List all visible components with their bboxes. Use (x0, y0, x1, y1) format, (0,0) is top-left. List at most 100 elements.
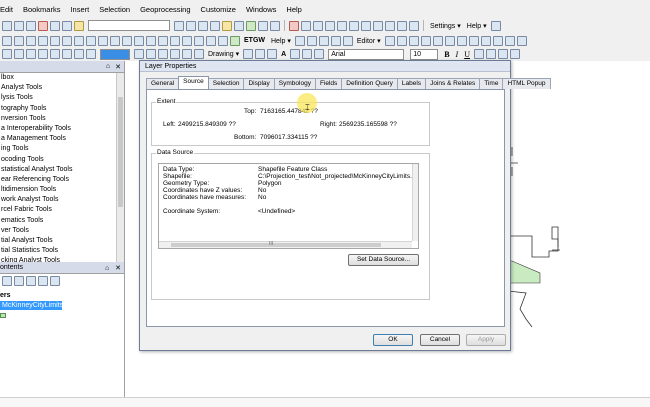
toolbox-item[interactable]: a Interoperability Tools (0, 124, 124, 134)
toolbox-scrollbar[interactable] (116, 73, 124, 262)
tool-icon[interactable] (342, 35, 353, 46)
pin-icon[interactable]: ⌂ (105, 265, 109, 272)
drawing-menu[interactable]: Drawing ▾ (208, 50, 239, 58)
tool-icon[interactable] (306, 35, 317, 46)
apply-button[interactable]: Apply (466, 334, 506, 346)
menu-edit[interactable]: Edit (0, 5, 18, 14)
fixed-zoom-out-icon[interactable] (62, 35, 72, 46)
scrollbar-thumb[interactable] (118, 97, 123, 207)
etgw-label[interactable]: ETGW (244, 37, 265, 44)
measure-tool-icon[interactable] (170, 35, 180, 46)
fixed-zoom-in-icon[interactable] (50, 35, 60, 46)
tab-display[interactable]: Display (243, 78, 275, 89)
dash-icon[interactable] (397, 20, 407, 31)
cut-polygons-icon[interactable] (480, 35, 491, 46)
arctoolbox-icon[interactable] (222, 20, 232, 31)
cut-icon[interactable] (2, 20, 12, 31)
reshape-icon[interactable] (468, 35, 479, 46)
table-of-contents-icon[interactable] (186, 20, 196, 31)
toolbox-item[interactable]: tography Tools (0, 104, 124, 114)
trace-icon[interactable] (432, 35, 443, 46)
time-slider-icon[interactable] (206, 35, 216, 46)
toolbox-item[interactable]: ltidimension Tools (0, 185, 124, 195)
tab-joins-relates[interactable]: Joins & Relates (425, 78, 481, 89)
data-source-info-box[interactable]: Data Type: Shapefile Feature Class Shape… (158, 163, 419, 249)
end-point-arc-icon[interactable] (420, 35, 431, 46)
zoom-out-icon[interactable] (14, 35, 24, 46)
grid-icon[interactable] (490, 20, 501, 31)
search-window-icon[interactable] (210, 20, 220, 31)
undo-icon[interactable] (50, 20, 60, 31)
tab-source[interactable]: Source (178, 76, 209, 89)
font-color-icon[interactable] (474, 49, 484, 59)
measure-icon[interactable] (409, 20, 419, 31)
edit-vertices-tool-icon[interactable] (302, 49, 313, 59)
tool-icon[interactable] (294, 35, 305, 46)
layout-tool-icon[interactable] (182, 49, 192, 59)
select-features-icon[interactable] (98, 35, 108, 46)
point-icon[interactable] (361, 20, 371, 31)
redo-icon[interactable] (62, 20, 72, 31)
ok-button[interactable]: OK (373, 334, 413, 346)
toolbox-item[interactable]: ear Referencing Tools (0, 175, 124, 185)
refresh-icon[interactable] (38, 49, 48, 59)
line-icon[interactable] (349, 20, 359, 31)
dot-icon[interactable] (385, 20, 395, 31)
add-data-icon[interactable] (74, 20, 84, 31)
paste-icon[interactable] (26, 20, 36, 31)
font-size-combo[interactable]: 10 (410, 48, 439, 60)
model-builder-icon[interactable] (246, 20, 256, 31)
toolbox-item[interactable]: tial Statistics Tools (0, 246, 124, 256)
zoom-combo[interactable] (100, 48, 130, 60)
text-tool-icon[interactable]: A (281, 51, 286, 58)
marker-color-icon[interactable] (510, 49, 520, 59)
select-elements-tool-icon[interactable] (243, 49, 254, 59)
tab-general[interactable]: General (146, 78, 180, 89)
copy-icon[interactable] (14, 20, 24, 31)
tool-icon[interactable] (318, 35, 329, 46)
rotate-element-icon[interactable] (255, 49, 266, 59)
toolbox-item[interactable]: ing Tools (0, 144, 124, 154)
toolbox-item[interactable]: Analyst Tools (0, 83, 124, 93)
layers-node[interactable]: ers (0, 292, 124, 299)
select-rectangle-icon[interactable] (301, 20, 311, 31)
menu-geoprocessing[interactable]: Geoprocessing (135, 5, 195, 14)
help-menu[interactable]: Help ▾ (467, 22, 487, 30)
layout-icon[interactable] (14, 49, 24, 59)
menu-selection[interactable]: Selection (94, 5, 135, 14)
list-by-source-icon[interactable] (14, 276, 24, 286)
split-icon[interactable] (492, 35, 503, 46)
tab-symbology[interactable]: Symbology (273, 78, 316, 89)
catalog-icon[interactable] (198, 20, 208, 31)
scale-combo[interactable] (88, 20, 170, 31)
zoom-in-icon[interactable] (2, 35, 12, 46)
menu-customize[interactable]: Customize (196, 5, 241, 14)
point-tool-icon[interactable] (444, 35, 455, 46)
help-menu-2[interactable]: Help ▾ (271, 37, 291, 45)
menu-insert[interactable]: Insert (65, 5, 94, 14)
toolbox-item[interactable]: ocoding Tools (0, 155, 124, 165)
list-by-drawing-order-icon[interactable] (2, 276, 12, 286)
line-color-icon[interactable] (498, 49, 508, 59)
element-tool-icon[interactable] (314, 49, 325, 59)
tab-fields[interactable]: Fields (314, 78, 343, 89)
editor-menu[interactable]: Editor ▾ (357, 37, 381, 45)
toolbox-item[interactable]: lbox (0, 73, 124, 83)
menu-help[interactable]: Help (281, 5, 306, 14)
toolbox-icon[interactable] (2, 49, 12, 59)
python-icon[interactable] (234, 20, 244, 31)
full-extent-icon[interactable] (38, 35, 48, 46)
cancel-button[interactable]: Cancel (420, 334, 460, 346)
italic-button[interactable]: I (456, 50, 459, 59)
tool-icon[interactable] (330, 35, 341, 46)
tab-html-popup[interactable]: HTML Popup (502, 78, 551, 89)
data-driven-pages-icon[interactable] (170, 49, 180, 59)
layer-symbol-swatch[interactable] (0, 313, 6, 318)
info-horizontal-scrollbar[interactable]: III (159, 241, 412, 248)
list-by-selection-icon[interactable] (38, 276, 48, 286)
attributes-icon[interactable] (516, 35, 527, 46)
close-icon[interactable]: ✕ (115, 63, 121, 71)
text-dropdown-icon[interactable] (290, 49, 301, 59)
page-icon[interactable] (26, 49, 36, 59)
options-icon[interactable] (50, 276, 60, 286)
